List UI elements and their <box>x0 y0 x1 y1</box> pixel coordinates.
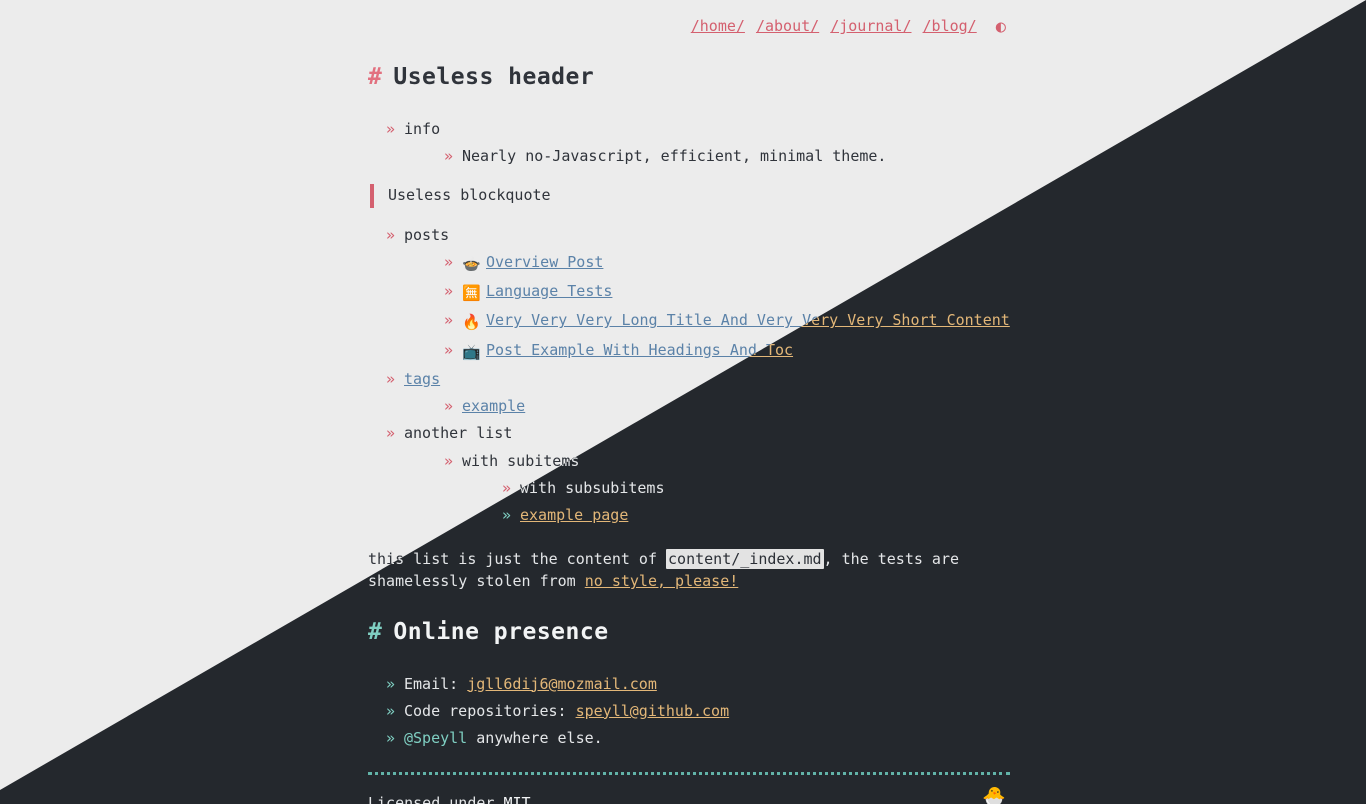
handle-suffix: anywhere else. <box>467 729 603 748</box>
hash-icon: # <box>368 618 383 645</box>
bullet-marker: » <box>386 369 396 388</box>
post-link-language-tests[interactable]: Language Tests <box>486 282 612 300</box>
nav-link-about[interactable]: /about/ <box>756 17 819 35</box>
bullet-marker: » <box>386 674 396 693</box>
bullet-marker: » <box>444 252 454 271</box>
bullet-marker: » <box>386 119 396 138</box>
example-page-link[interactable]: example page <box>520 506 628 524</box>
section-title-online-presence: # Online presence <box>368 615 1006 651</box>
list-item-repositories: » Code repositories: speyll@github.com <box>386 700 1006 723</box>
posts-label: posts <box>404 225 450 244</box>
bullet-marker: » <box>444 311 454 330</box>
post-link-headings-toc[interactable]: Post Example With Headings And Toc <box>486 341 793 359</box>
blockquote-useless: Useless blockquote <box>370 184 1006 208</box>
bullet-marker: » <box>386 225 396 244</box>
social-handle: @Speyll <box>404 729 468 748</box>
hash-icon: # <box>368 64 383 91</box>
bullet-marker: » <box>444 282 454 301</box>
license-link[interactable]: MIT <box>503 794 530 804</box>
list-item-subsubitem: » with subsubitems <box>502 477 1006 500</box>
inline-code-index-md: content/_index.md <box>666 549 824 570</box>
tag-link-example[interactable]: example <box>462 397 525 415</box>
hatching-chick-icon: 🐣 <box>982 786 1006 804</box>
info-list: » info » Nearly no-Javascript, efficient… <box>386 118 1006 169</box>
bullet-marker: » <box>386 424 396 443</box>
page-title-useless-header: # Useless header <box>368 60 1006 96</box>
paragraph-part1: this list is just the content of <box>368 550 667 569</box>
site-nav-light: /home/ /about/ /journal/ /blog/ ◐ <box>362 14 1006 40</box>
nav-link-blog[interactable]: /blog/ <box>923 17 977 35</box>
page-title-text: Useless header <box>393 64 595 91</box>
another-list-label: another list <box>404 424 513 443</box>
no-style-please-link[interactable]: no style, please! <box>585 572 739 590</box>
post-link-overview[interactable]: Overview Post <box>486 253 603 271</box>
online-presence-list: » Email: jgll6dij6@mozmail.com » Code re… <box>386 673 1006 751</box>
info-label: info <box>404 119 441 138</box>
television-icon: 📺 <box>462 342 481 361</box>
github-link[interactable]: speyll@github.com <box>576 702 730 720</box>
list-item-info: » info » Nearly no-Javascript, efficient… <box>386 118 1006 169</box>
bullet-marker: » <box>444 397 454 416</box>
repositories-label: Code repositories: <box>404 701 576 720</box>
bullet-marker: » <box>444 147 454 166</box>
site-footer-dark: Licensed under MIT Built with Zola using… <box>368 787 1010 804</box>
blockquote-text: Useless blockquote <box>388 186 551 205</box>
bullet-marker: » <box>502 506 512 525</box>
footer-divider <box>368 772 1010 776</box>
bullet-marker: » <box>386 701 396 720</box>
fire-icon: 🔥 <box>462 313 481 332</box>
info-detail-text: Nearly no-Javascript, efficient, minimal… <box>462 147 887 166</box>
bullet-marker: » <box>386 729 396 748</box>
email-label: Email: <box>404 674 468 693</box>
list-item-handle: » @Speyll anywhere else. <box>386 727 1006 750</box>
intro-paragraph: this list is just the content of content… <box>368 549 968 593</box>
bullet-marker: » <box>444 340 454 359</box>
footer-license-prefix: Licensed under <box>368 794 504 804</box>
info-sublist: » Nearly no-Javascript, efficient, minim… <box>444 145 1006 168</box>
section-title-text: Online presence <box>393 618 609 645</box>
footer-license-line: Licensed under MIT <box>368 793 1010 804</box>
nav-link-journal[interactable]: /journal/ <box>830 17 911 35</box>
japanese-free-of-charge-icon: 🈚 <box>462 284 481 303</box>
bullet-marker: » <box>444 451 454 470</box>
subsubitem-label: with subsubitems <box>520 478 665 497</box>
nav-link-home[interactable]: /home/ <box>691 17 745 35</box>
list-item-example-page: » example page <box>502 504 1006 527</box>
tags-link[interactable]: tags <box>404 370 440 388</box>
list-item-email: » Email: jgll6dij6@mozmail.com <box>386 673 1006 696</box>
rss-block[interactable]: 🐣 RSS <box>974 787 1014 804</box>
email-link[interactable]: jgll6dij6@mozmail.com <box>467 675 657 693</box>
list-item-info-detail: » Nearly no-Javascript, efficient, minim… <box>444 145 1006 168</box>
another-subsublist: » with subsubitems » example page <box>502 477 1006 528</box>
half-circle-icon[interactable]: ◐ <box>996 14 1006 40</box>
pot-of-food-icon: 🍲 <box>462 254 481 273</box>
